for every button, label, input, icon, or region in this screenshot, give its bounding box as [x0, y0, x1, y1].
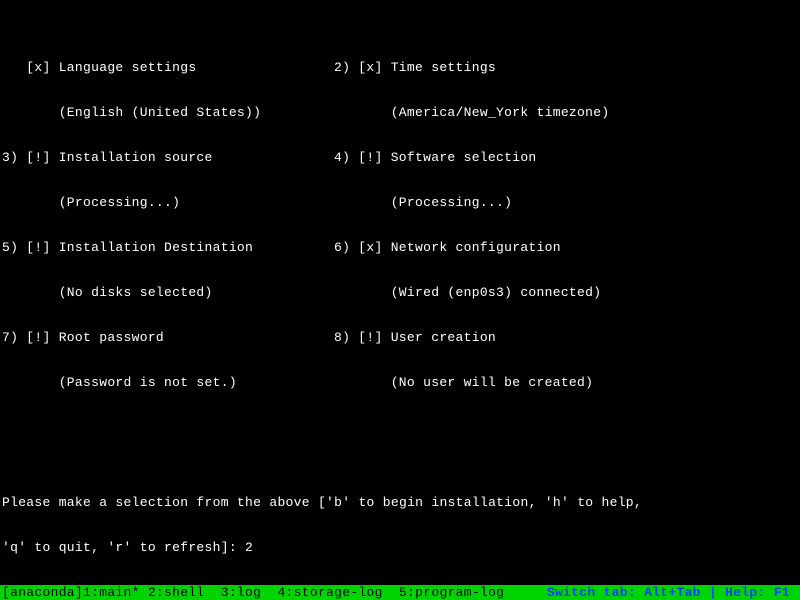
spoke-rootpw-value: (Password is not set.): [2, 375, 334, 390]
spoke-software-value: (Processing...): [334, 195, 798, 210]
spoke-source-value: (Processing...): [2, 195, 334, 210]
spoke-rootpw-label: 7) [!] Root password: [2, 330, 334, 345]
spoke-language[interactable]: [x] Language settings 2) [x] Time settin…: [2, 60, 798, 75]
spoke-language-value: (English (United States)): [2, 105, 334, 120]
spoke-language-sub: (English (United States)) (America/New_Y…: [2, 105, 798, 120]
spoke-language-label: [x] Language settings: [2, 60, 334, 75]
spoke-destination-label: 5) [!] Installation Destination: [2, 240, 334, 255]
terminal-screen[interactable]: [x] Language settings 2) [x] Time settin…: [0, 0, 800, 600]
tmux-windows[interactable]: [anaconda]1:main* 2:shell 3:log 4:storag…: [2, 585, 504, 600]
spoke-time-value: (America/New_York timezone): [334, 105, 798, 120]
spoke-user-value: (No user will be created): [334, 375, 798, 390]
tmux-help-hint: Switch tab: Alt+Tab | Help: F1: [547, 585, 798, 600]
spoke-destination[interactable]: 5) [!] Installation Destination 6) [x] N…: [2, 240, 798, 255]
tmux-status-bar[interactable]: [anaconda]1:main* 2:shell 3:log 4:storag…: [0, 585, 800, 600]
spoke-time-label: 2) [x] Time settings: [334, 60, 798, 75]
main-prompt-line2[interactable]: 'q' to quit, 'r' to refresh]: 2: [2, 540, 798, 555]
spoke-network-label: 6) [x] Network configuration: [334, 240, 798, 255]
spoke-software-label: 4) [!] Software selection: [334, 150, 798, 165]
main-prompt-line1: Please make a selection from the above […: [2, 495, 798, 510]
spoke-source-sub: (Processing...) (Processing...): [2, 195, 798, 210]
spoke-source-label: 3) [!] Installation source: [2, 150, 334, 165]
spoke-rootpw-sub: (Password is not set.) (No user will be …: [2, 375, 798, 390]
spoke-user-label: 8) [!] User creation: [334, 330, 798, 345]
spoke-destination-sub: (No disks selected) (Wired (enp0s3) conn…: [2, 285, 798, 300]
spoke-rootpw[interactable]: 7) [!] Root password 8) [!] User creatio…: [2, 330, 798, 345]
blank-row: [2, 435, 798, 450]
spoke-network-value: (Wired (enp0s3) connected): [334, 285, 798, 300]
spoke-source[interactable]: 3) [!] Installation source 4) [!] Softwa…: [2, 150, 798, 165]
spoke-destination-value: (No disks selected): [2, 285, 334, 300]
